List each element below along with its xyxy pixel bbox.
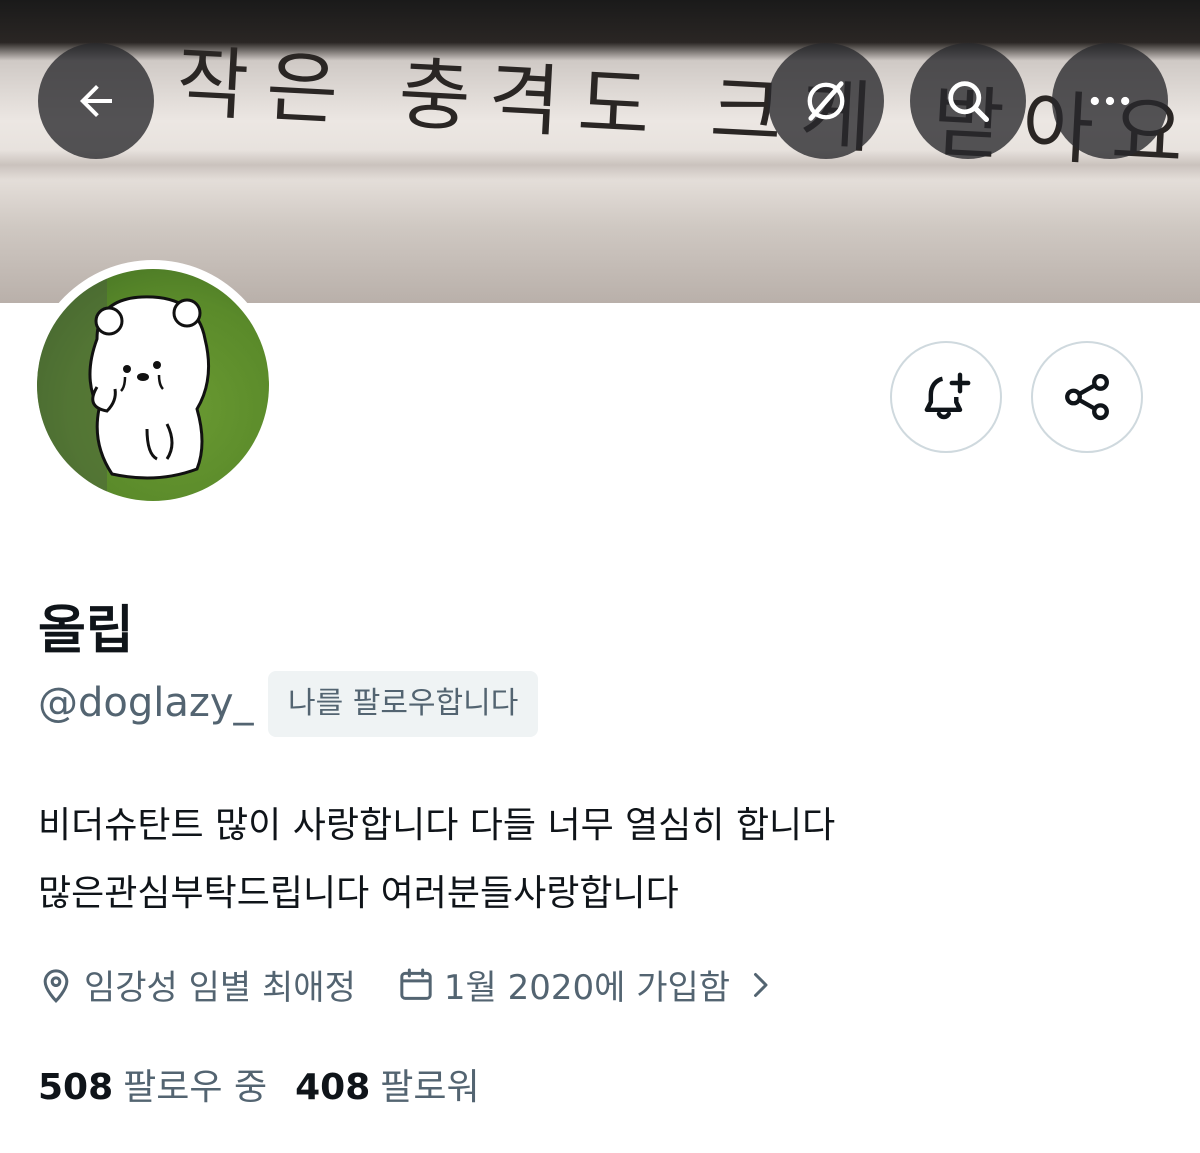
- search-button[interactable]: [910, 43, 1026, 159]
- bell-plus-icon: [924, 372, 971, 420]
- user-handle: @doglazy_: [38, 680, 254, 726]
- chevron-right-icon: [754, 972, 768, 997]
- location-pin-icon: [43, 968, 69, 1003]
- follow-stats: 508 팔로우 중 408 팔로워: [38, 1058, 480, 1110]
- location-text: 임강성 임별 최애정: [84, 968, 356, 1008]
- follows-you-badge: 나를 팔로우합니다: [268, 671, 539, 737]
- following-count: 508: [38, 1067, 114, 1108]
- arrow-left-icon: [80, 85, 112, 117]
- grok-icon: [807, 81, 845, 121]
- back-button[interactable]: [38, 43, 154, 159]
- profile-bio: 비더슈탄트 많이 사랑합니다 다들 너무 열심히 합니다 많은관심부탁드립니다 …: [38, 792, 1158, 928]
- following-link[interactable]: 508 팔로우 중: [38, 1058, 267, 1110]
- joined-item[interactable]: 1월 2020에 가입함: [396, 960, 778, 1009]
- more-button[interactable]: [1052, 43, 1168, 159]
- avatar-frame[interactable]: [28, 260, 278, 510]
- bear-avatar-illustration: [37, 269, 211, 501]
- share-icon: [1065, 373, 1109, 421]
- followers-link[interactable]: 408 팔로워: [295, 1058, 480, 1110]
- joined-text: 1월 2020에 가입함: [443, 968, 731, 1008]
- followers-count: 408: [295, 1067, 371, 1108]
- more-horizontal-icon: [1090, 96, 1130, 106]
- followers-label: 팔로워: [380, 1067, 480, 1108]
- following-label: 팔로우 중: [123, 1067, 268, 1108]
- avatar: [37, 269, 269, 501]
- share-button[interactable]: [1031, 341, 1143, 453]
- display-name: 올립: [38, 601, 134, 661]
- notify-button[interactable]: [890, 341, 1002, 453]
- grok-button[interactable]: [768, 43, 884, 159]
- bio-line: 많은관심부탁드립니다 여러분들사랑합니다: [38, 873, 679, 914]
- profile-banner[interactable]: 작은 충격도 크게 받아요!: [0, 0, 1200, 303]
- search-icon: [948, 81, 990, 123]
- calendar-icon: [400, 968, 432, 1000]
- location-item: 임강성 임별 최애정: [36, 960, 356, 1009]
- profile-meta: 임강성 임별 최애정 1월 2020에 가입함: [36, 960, 778, 1009]
- bio-line: 비더슈탄트 많이 사랑합니다 다들 너무 열심히 합니다: [38, 805, 836, 846]
